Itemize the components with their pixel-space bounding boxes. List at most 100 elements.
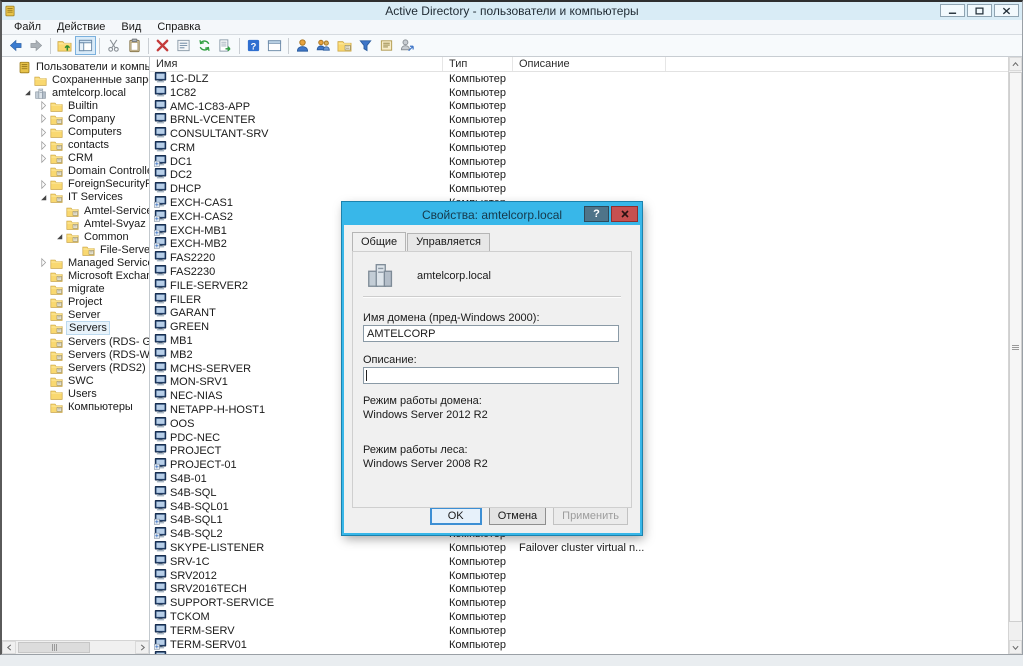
tree-item-project[interactable]: Project <box>2 296 149 309</box>
dialog-button-row: OK Отмена Применить <box>430 507 628 525</box>
tree-item-amtelcorp-local[interactable]: amtelcorp.local <box>2 86 149 99</box>
menu-file[interactable]: Файл <box>6 20 49 35</box>
add-member-icon[interactable] <box>397 36 418 55</box>
tree-item-microsoft-exchange-secu[interactable]: Microsoft Exchange Secu <box>2 270 149 283</box>
column-header-type[interactable]: Тип <box>443 57 513 71</box>
tree-item-builtin[interactable]: Builtin <box>2 99 149 112</box>
tree-item-label: Server <box>66 309 102 321</box>
list-column-headers: ИмяТипОписание <box>150 57 1008 72</box>
chevron-collapsed-icon[interactable] <box>38 257 49 268</box>
computer-name: GREEN <box>170 321 209 333</box>
tab-managed-by[interactable]: Управляется <box>407 233 490 252</box>
cancel-button[interactable]: Отмена <box>489 507 546 525</box>
netbios-name-field[interactable] <box>363 325 619 342</box>
tree-item-servers-rds2-[interactable]: Servers (RDS2) <box>2 361 149 374</box>
menu-action[interactable]: Действие <box>49 20 113 35</box>
folder-icon <box>50 257 63 269</box>
window-icon[interactable] <box>264 36 285 55</box>
scroll-right-arrow-icon[interactable] <box>135 641 149 654</box>
tree-item-foreignsecurityprincipals[interactable]: ForeignSecurityPrincipals <box>2 178 149 191</box>
table-row[interactable] <box>150 651 1008 654</box>
ok-button[interactable]: OK <box>430 507 482 525</box>
chevron-collapsed-icon[interactable] <box>38 113 49 124</box>
tree-item-servers-rds-gw-termin[interactable]: Servers (RDS- GW Termin <box>2 335 149 348</box>
dialog-tabs: Общие Управляется <box>352 233 491 252</box>
new-group-icon[interactable] <box>313 36 334 55</box>
computer-name: TERM-SERV <box>170 625 235 637</box>
tab-general[interactable]: Общие <box>352 232 406 251</box>
dialog-help-button[interactable]: ? <box>584 206 609 222</box>
view-list-icon[interactable] <box>376 36 397 55</box>
delete-icon[interactable] <box>152 36 173 55</box>
tree-item-servers[interactable]: Servers <box>2 322 149 335</box>
dialog-close-button[interactable] <box>611 206 638 222</box>
new-user-icon[interactable] <box>292 36 313 55</box>
tree-item-компьютеры[interactable]: Компьютеры <box>2 400 149 413</box>
folder-icon <box>50 178 63 190</box>
tree-item-company[interactable]: Company <box>2 112 149 125</box>
column-header-description[interactable]: Описание <box>513 57 666 71</box>
filter-icon[interactable] <box>355 36 376 55</box>
tree-item-managed-service-accoun[interactable]: Managed Service Accoun <box>2 256 149 269</box>
new-ou-icon[interactable] <box>334 36 355 55</box>
object-description: Failover cluster virtual n... <box>513 542 666 554</box>
chevron-collapsed-icon[interactable] <box>38 179 49 190</box>
computer-name: FILE-SERVER2 <box>170 280 248 292</box>
close-button[interactable] <box>994 4 1019 17</box>
chevron-expanded-icon[interactable] <box>38 192 49 203</box>
up-level-icon[interactable] <box>54 36 75 55</box>
show-tree-icon[interactable] <box>75 36 96 55</box>
netbios-name-label: Имя домена (пред-Windows 2000): <box>363 312 540 324</box>
object-type: Компьютер <box>443 597 513 609</box>
tree-item-contacts[interactable]: contacts <box>2 139 149 152</box>
list-scrollbar-thumb[interactable] <box>1009 72 1022 622</box>
tree-item-сохраненные-запросы[interactable]: Сохраненные запросы <box>2 73 149 86</box>
menu-view[interactable]: Вид <box>113 20 149 35</box>
tree-item-users[interactable]: Users <box>2 387 149 400</box>
description-field[interactable] <box>363 367 619 384</box>
chevron-collapsed-icon[interactable] <box>38 127 49 138</box>
tree-item-amtel-svyaz[interactable]: Amtel-Svyaz <box>2 217 149 230</box>
object-type: Компьютер <box>443 625 513 637</box>
tree-item-label: Servers <box>66 321 110 335</box>
paste-icon[interactable] <box>124 36 145 55</box>
back-icon[interactable] <box>5 36 26 55</box>
scroll-up-arrow-icon[interactable] <box>1009 57 1022 71</box>
properties-icon[interactable] <box>173 36 194 55</box>
apply-button[interactable]: Применить <box>553 507 628 525</box>
tree-item-пользователи-и-компьютеры[interactable]: Пользователи и компьютеры <box>2 60 149 73</box>
tree-item-domain-controllers[interactable]: Domain Controllers <box>2 165 149 178</box>
scroll-down-arrow-icon[interactable] <box>1009 640 1022 654</box>
tree-item-crm[interactable]: CRM <box>2 152 149 165</box>
tree-item-migrate[interactable]: migrate <box>2 283 149 296</box>
tree-item-swc[interactable]: SWC <box>2 374 149 387</box>
cut-icon[interactable] <box>103 36 124 55</box>
maximize-button[interactable] <box>967 4 992 17</box>
computer-name: MON-SRV1 <box>170 376 228 388</box>
chevron-expanded-icon[interactable] <box>22 87 33 98</box>
refresh-icon[interactable] <box>194 36 215 55</box>
tree-scrollbar-thumb[interactable] <box>18 642 90 653</box>
tree-item-it-services[interactable]: IT Services <box>2 191 149 204</box>
list-vertical-scrollbar[interactable] <box>1008 57 1022 654</box>
chevron-collapsed-icon[interactable] <box>38 140 49 151</box>
tree-item-servers-rds-webapp-[interactable]: Servers (RDS-WebApp) <box>2 348 149 361</box>
tree-horizontal-scrollbar[interactable] <box>2 640 149 654</box>
column-header-name[interactable]: Имя <box>150 57 443 71</box>
menu-help[interactable]: Справка <box>149 20 208 35</box>
export-list-icon[interactable] <box>215 36 236 55</box>
tree-item-amtel-service[interactable]: Amtel-Service <box>2 204 149 217</box>
tree-item-computers[interactable]: Computers <box>2 125 149 138</box>
chevron-expanded-icon[interactable] <box>54 231 65 242</box>
chevron-collapsed-icon[interactable] <box>38 153 49 164</box>
tree-item-server[interactable]: Server <box>2 309 149 322</box>
object-type: Компьютер <box>443 583 513 595</box>
minimize-button[interactable] <box>940 4 965 17</box>
scroll-left-arrow-icon[interactable] <box>2 641 16 654</box>
tree-item-file-server[interactable]: File-Server <box>2 243 149 256</box>
tree-item-label: Computers <box>66 126 124 138</box>
tree-item-common[interactable]: Common <box>2 230 149 243</box>
chevron-collapsed-icon[interactable] <box>38 100 49 111</box>
help-icon[interactable]: ? <box>243 36 264 55</box>
forward-icon[interactable] <box>26 36 47 55</box>
